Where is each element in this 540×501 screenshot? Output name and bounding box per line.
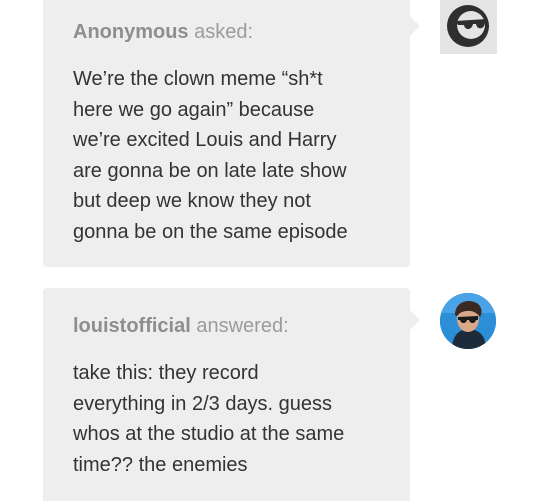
sunglasses-face-icon <box>440 0 497 54</box>
anonymous-avatar-icon[interactable] <box>440 0 497 54</box>
answerer-name[interactable]: louistofficial <box>73 315 191 337</box>
louistofficial-avatar[interactable] <box>440 293 496 349</box>
ask-byline: Anonymous asked: <box>73 21 253 44</box>
answer-byline: louistofficial answered: <box>73 315 289 338</box>
ask-answer-post: Anonymous asked: We’re the clown meme “s… <box>0 0 540 501</box>
answer-bubble: louistofficial answered: take this: they… <box>43 288 420 501</box>
asker-name: Anonymous <box>73 21 189 43</box>
profile-photo-icon <box>440 293 496 349</box>
answer-text: take this: they record everything in 2/3… <box>73 362 345 476</box>
question-text: We’re the clown meme “sh*t here we go ag… <box>73 68 348 243</box>
asker-verb: asked: <box>194 21 254 43</box>
answerer-verb: answered: <box>196 315 289 337</box>
ask-bubble: Anonymous asked: We’re the clown meme “s… <box>43 0 420 267</box>
